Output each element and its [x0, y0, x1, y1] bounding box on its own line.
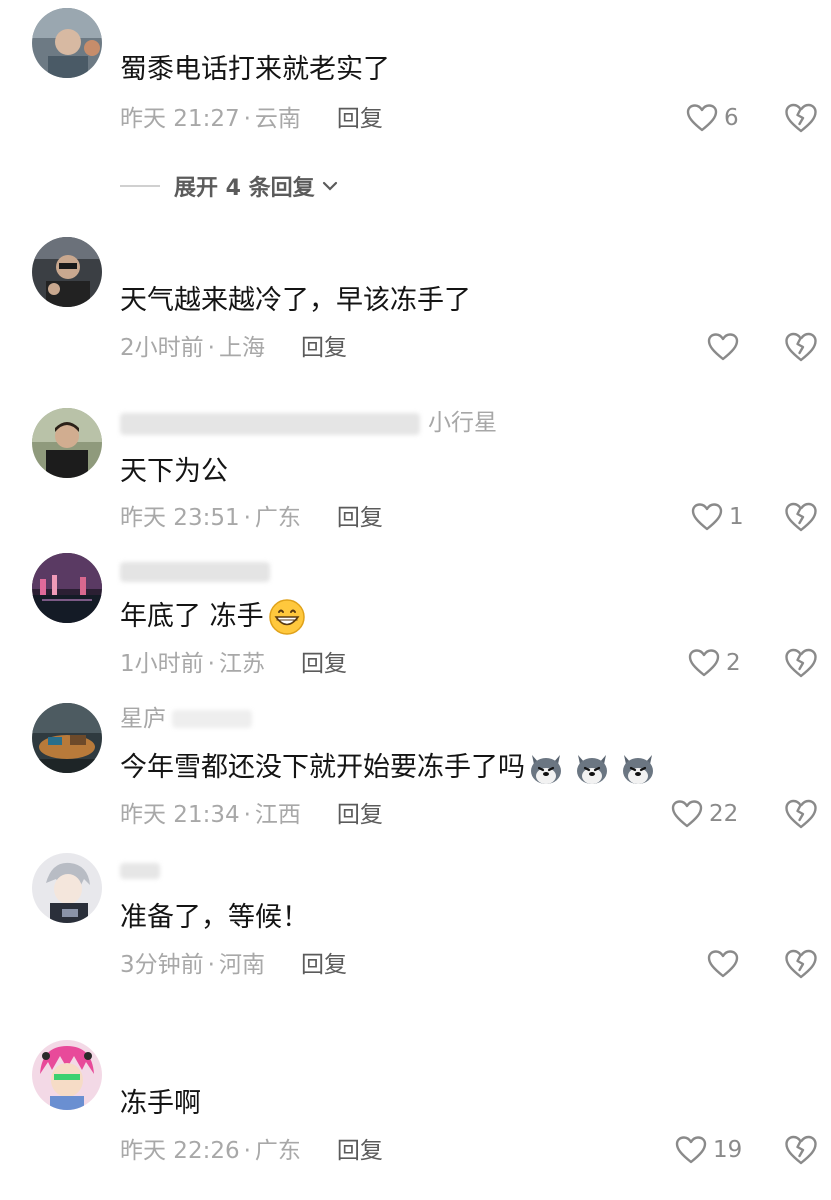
comment-time: 昨天 21:34 [120, 802, 240, 828]
username[interactable] [120, 857, 160, 887]
avatar[interactable] [32, 853, 102, 923]
reply-button[interactable]: 回复 [337, 104, 383, 134]
broken-heart-icon [785, 648, 817, 678]
dislike-button[interactable] [784, 501, 818, 533]
blurred-name [120, 412, 420, 435]
username[interactable] [120, 556, 270, 586]
comment-time: 1小时前 [120, 651, 204, 677]
reply-button[interactable]: 回复 [337, 503, 383, 533]
comment-meta: 昨天 23:51 · 广东 回复 [120, 503, 383, 533]
blurred-name [120, 863, 160, 879]
comment-meta: 昨天 21:34 · 江西 回复 [120, 800, 383, 830]
comment-meta: 昨天 22:26 · 广东 回复 [120, 1136, 383, 1166]
reply-button[interactable]: 回复 [301, 333, 347, 363]
broken-heart-icon [785, 949, 817, 979]
heart-icon [675, 1136, 707, 1164]
comment-location: 广东 [254, 1138, 301, 1164]
blurred-name [172, 710, 252, 728]
heart-icon [688, 649, 720, 677]
comment-text: 冻手啊 [120, 1088, 201, 1119]
heart-icon [671, 800, 703, 828]
like-count: 2 [726, 650, 741, 676]
dislike-button[interactable] [784, 798, 818, 830]
like-button[interactable]: 2 [688, 648, 741, 678]
heart-icon [691, 503, 723, 531]
comment-location: 江西 [254, 802, 301, 828]
broken-heart-icon [785, 502, 817, 532]
like-button[interactable]: 22 [671, 799, 738, 829]
comment-text: 年底了 冻手 [120, 598, 306, 636]
comment-time: 昨天 23:51 [120, 505, 240, 531]
comment-location: 云南 [254, 106, 301, 132]
dislike-button[interactable] [784, 102, 818, 134]
heart-icon [707, 950, 739, 978]
reply-button[interactable]: 回复 [337, 1136, 383, 1166]
husky-emoji-icon [527, 749, 565, 787]
like-button[interactable] [707, 949, 745, 979]
comment-text: 天气越来越冷了，早该冻手了 [120, 285, 471, 316]
comment-location: 广东 [254, 505, 301, 531]
username[interactable] [120, 408, 420, 438]
comment-text: 天下为公 [120, 456, 228, 487]
dislike-button[interactable] [784, 1134, 818, 1166]
comment-time: 昨天 22:26 [120, 1138, 240, 1164]
expand-replies-button[interactable]: 展开 4 条回复 [120, 170, 341, 202]
comment-meta: 3分钟前 · 河南 回复 [120, 950, 347, 980]
broken-heart-icon [785, 332, 817, 362]
comment-text: 蜀黍电话打来就老实了 [120, 54, 390, 85]
like-count: 1 [729, 504, 744, 530]
avatar[interactable] [32, 703, 102, 773]
like-button[interactable] [707, 332, 745, 362]
comment-meta: 1小时前 · 江苏 回复 [120, 649, 347, 679]
avatar[interactable] [32, 408, 102, 478]
dislike-button[interactable] [784, 647, 818, 679]
reply-button[interactable]: 回复 [301, 649, 347, 679]
comment-location: 江苏 [218, 651, 265, 677]
avatar[interactable] [32, 8, 102, 78]
broken-heart-icon [785, 1135, 817, 1165]
reply-button[interactable]: 回复 [301, 950, 347, 980]
husky-emoji-icon [619, 749, 657, 787]
like-count: 19 [713, 1137, 743, 1163]
expand-replies-label: 展开 4 条回复 [174, 176, 315, 201]
husky-emoji-icon [573, 749, 611, 787]
comment-location: 上海 [218, 335, 265, 361]
broken-heart-icon [785, 103, 817, 133]
avatar[interactable] [32, 553, 102, 623]
divider [120, 185, 160, 187]
comment-text: 今年雪都还没下就开始要冻手了吗 [120, 749, 657, 787]
heart-icon [707, 333, 739, 361]
like-button[interactable]: 1 [691, 502, 744, 532]
comment-time: 昨天 21:27 [120, 106, 240, 132]
username-suffix: 小行星 [428, 410, 497, 436]
reply-button[interactable]: 回复 [337, 800, 383, 830]
username[interactable]: 星庐 [120, 704, 166, 734]
blurred-name [120, 561, 270, 582]
grin-emoji-icon [268, 598, 306, 636]
comment-meta: 昨天 21:27 · 云南 回复 [120, 104, 383, 134]
heart-icon [686, 104, 718, 132]
like-button[interactable]: 6 [686, 103, 739, 133]
like-count: 22 [709, 801, 739, 827]
chevron-down-icon [322, 181, 337, 191]
comment-time: 2小时前 [120, 335, 204, 361]
dislike-button[interactable] [784, 331, 818, 363]
comment-location: 河南 [218, 952, 265, 978]
comment-text: 准备了，等候！ [120, 902, 309, 933]
comment-time: 3分钟前 [120, 952, 204, 978]
like-button[interactable]: 19 [675, 1135, 742, 1165]
username-blurred-part [172, 706, 252, 736]
like-count: 6 [724, 105, 739, 131]
avatar[interactable] [32, 1040, 102, 1110]
dislike-button[interactable] [784, 948, 818, 980]
avatar[interactable] [32, 237, 102, 307]
comment-meta: 2小时前 · 上海 回复 [120, 333, 347, 363]
broken-heart-icon [785, 799, 817, 829]
